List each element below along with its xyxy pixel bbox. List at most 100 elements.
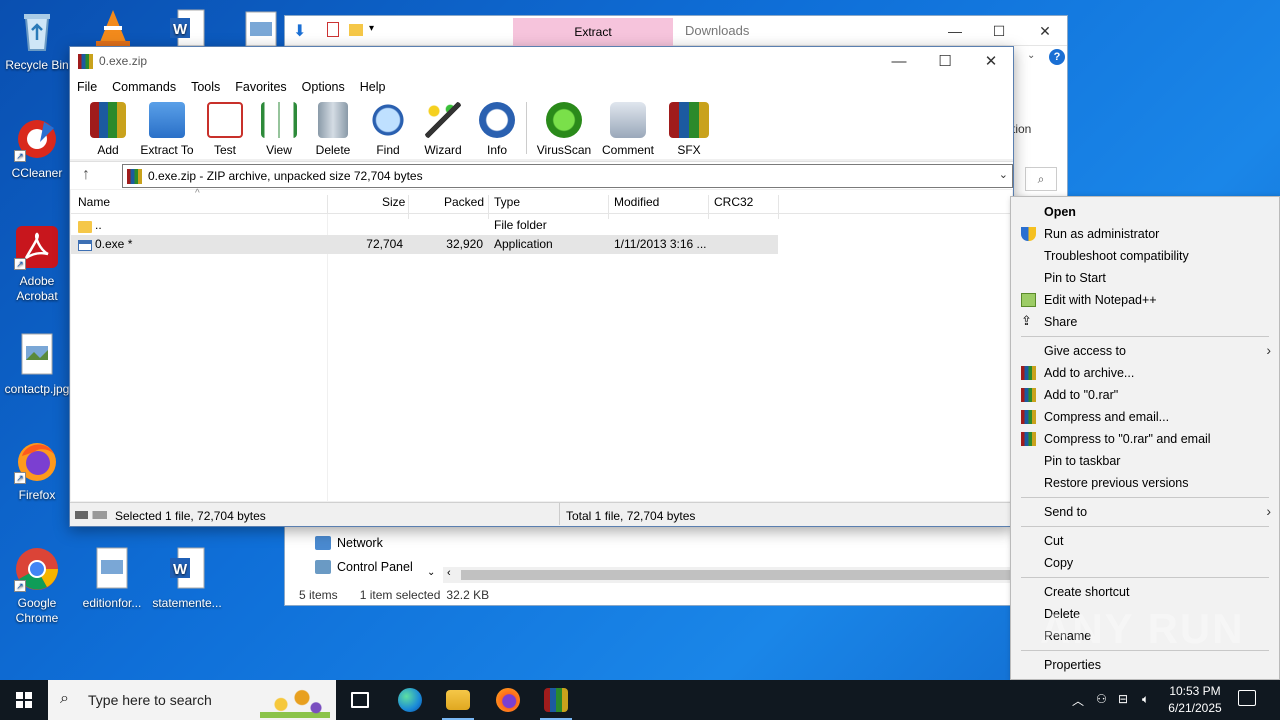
desktop-icon-statemente[interactable]: W statemente...: [150, 546, 224, 611]
menu-file[interactable]: File: [77, 80, 97, 94]
menu-commands[interactable]: Commands: [112, 80, 176, 94]
menu-item-create-shortcut[interactable]: Create shortcut: [1011, 581, 1279, 603]
drive-icon: [75, 511, 107, 519]
column-header-size[interactable]: Size: [382, 195, 405, 209]
find-button[interactable]: Find: [362, 97, 414, 159]
nav-item-network[interactable]: Network: [315, 536, 383, 550]
info-button[interactable]: Info: [472, 97, 522, 159]
sfx-button[interactable]: SFX: [659, 97, 719, 159]
search-icon[interactable]: ⌕: [1025, 167, 1057, 191]
menu-item-troubleshoot[interactable]: Troubleshoot compatibility: [1011, 245, 1279, 267]
close-icon[interactable]: ✕: [968, 51, 1014, 73]
delete-button[interactable]: Delete: [304, 97, 362, 159]
status-total: Total 1 file, 72,704 bytes: [566, 509, 696, 523]
ribbon-expand-icon[interactable]: ⌄: [1027, 50, 1035, 61]
minimize-icon[interactable]: —: [935, 20, 975, 42]
network-icon: [315, 536, 331, 550]
menu-item-send-to[interactable]: Send to ›: [1011, 501, 1279, 523]
start-button[interactable]: [0, 680, 48, 720]
column-divider[interactable]: [778, 195, 779, 219]
menu-item-restore-versions[interactable]: Restore previous versions: [1011, 472, 1279, 494]
menu-item-run-as-administrator[interactable]: Run as administrator: [1011, 223, 1279, 245]
desktop-icon-firefox[interactable]: ↗ Firefox: [0, 438, 74, 503]
network-icon[interactable]: ⊟: [1118, 692, 1128, 706]
menu-item-add-to-rar[interactable]: Add to "0.rar": [1011, 384, 1279, 406]
download-arrow-icon[interactable]: ⬇: [293, 21, 306, 41]
path-field[interactable]: 0.exe.zip - ZIP archive, unpacked size 7…: [122, 164, 1013, 188]
minimize-icon[interactable]: —: [876, 51, 922, 73]
table-row[interactable]: .. File folder: [71, 216, 778, 235]
taskbar-file-explorer[interactable]: [434, 680, 482, 720]
winrar-icon: [544, 688, 568, 712]
table-row-selected[interactable]: 0.exe * 72,704 32,920 Application 1/11/2…: [71, 235, 778, 254]
menu-item-compress-email[interactable]: Compress and email...: [1011, 406, 1279, 428]
help-icon[interactable]: ?: [1049, 49, 1065, 65]
desktop-icon-ccleaner[interactable]: ↗ CCleaner: [0, 116, 74, 181]
task-view-button[interactable]: [336, 680, 384, 720]
notification-icon[interactable]: [1238, 690, 1256, 706]
menu-tools[interactable]: Tools: [191, 80, 220, 94]
up-folder-icon[interactable]: ↑: [82, 166, 90, 184]
menu-item-properties[interactable]: Properties: [1011, 654, 1279, 676]
column-header-packed[interactable]: Packed: [444, 195, 484, 209]
taskbar-clock[interactable]: 10:53 PM 6/21/2025: [1160, 683, 1230, 717]
winrar-title-bar[interactable]: 0.exe.zip — ☐ ✕: [70, 47, 1013, 77]
menu-options[interactable]: Options: [302, 80, 345, 94]
menu-item-pin-to-start[interactable]: Pin to Start: [1011, 267, 1279, 289]
desktop-icon-recycle-bin[interactable]: Recycle Bin: [0, 8, 74, 73]
column-header-type[interactable]: Type: [494, 195, 520, 209]
menu-favorites[interactable]: Favorites: [235, 80, 286, 94]
nav-item-control-panel[interactable]: Control Panel: [315, 560, 413, 574]
menu-item-compress-rar-email[interactable]: Compress to "0.rar" and email: [1011, 428, 1279, 450]
scrollbar-thumb[interactable]: [461, 570, 1021, 580]
menu-item-cut[interactable]: Cut: [1011, 530, 1279, 552]
desktop-icon-editionfor[interactable]: editionfor...: [75, 546, 149, 611]
share-icon: ⇪: [1021, 313, 1032, 328]
extract-to-button[interactable]: Extract To: [138, 97, 196, 159]
menu-help[interactable]: Help: [360, 80, 386, 94]
nav-network-label: Network: [337, 536, 383, 550]
taskbar-firefox[interactable]: [484, 680, 532, 720]
menu-item-share[interactable]: ⇪ Share: [1011, 311, 1279, 333]
task-view-icon: [351, 692, 369, 708]
close-icon[interactable]: ✕: [1025, 20, 1065, 42]
explorer-status-bar: 5 items 1 item selected 32.2 KB: [299, 588, 489, 602]
taskbar-edge[interactable]: [386, 680, 434, 720]
properties-icon[interactable]: [327, 22, 339, 37]
chevron-down-icon[interactable]: ⌄: [999, 168, 1008, 181]
menu-item-edit-notepad[interactable]: Edit with Notepad++: [1011, 289, 1279, 311]
scroll-left-icon[interactable]: ‹: [447, 567, 451, 579]
desktop-icon-google-chrome[interactable]: ↗ Google Chrome: [0, 546, 74, 626]
horizontal-scrollbar[interactable]: ‹: [443, 567, 1069, 583]
volume-icon[interactable]: 🔈︎: [1142, 692, 1149, 707]
menu-item-add-to-archive[interactable]: Add to archive...: [1011, 362, 1279, 384]
add-button[interactable]: Add: [78, 97, 138, 159]
menu-item-give-access[interactable]: Give access to ›: [1011, 340, 1279, 362]
recycle-bin-icon: [14, 8, 60, 54]
wizard-button[interactable]: Wizard: [414, 97, 472, 159]
taskbar-search-box[interactable]: ⌕ Type here to search: [48, 680, 336, 720]
taskbar-winrar[interactable]: [532, 680, 580, 720]
taskbar: ⌕ Type here to search ︿ ⚇ ⊟ 🔈︎ 10:53 PM …: [0, 680, 1280, 720]
new-folder-icon[interactable]: [349, 24, 363, 36]
menu-item-open[interactable]: Open: [1011, 201, 1279, 223]
qat-dropdown-icon[interactable]: ▾: [369, 23, 374, 34]
desktop-icon-adobe-acrobat[interactable]: ↗ Adobe Acrobat: [0, 224, 74, 304]
maximize-icon[interactable]: ☐: [922, 51, 968, 73]
menu-item-pin-to-taskbar[interactable]: Pin to taskbar: [1011, 450, 1279, 472]
view-button[interactable]: View: [254, 97, 304, 159]
virusscan-button[interactable]: VirusScan: [531, 97, 597, 159]
nav-scroll-down-icon[interactable]: ⌄: [427, 567, 435, 578]
test-button[interactable]: Test: [196, 97, 254, 159]
desktop-icon-contactp[interactable]: contactp.jpg: [0, 332, 74, 397]
column-header-name[interactable]: Name: [78, 195, 110, 209]
maximize-icon[interactable]: ☐: [979, 20, 1019, 42]
people-icon[interactable]: ⚇: [1096, 692, 1107, 706]
chevron-up-icon[interactable]: ︿: [1072, 692, 1084, 709]
adobe-acrobat-label: Adobe Acrobat: [16, 274, 58, 303]
comment-button[interactable]: Comment: [597, 97, 659, 159]
tab-extract[interactable]: Extract: [513, 18, 673, 46]
column-header-crc32[interactable]: CRC32: [714, 195, 753, 209]
column-header-modified[interactable]: Modified: [614, 195, 659, 209]
menu-item-copy[interactable]: Copy: [1011, 552, 1279, 574]
